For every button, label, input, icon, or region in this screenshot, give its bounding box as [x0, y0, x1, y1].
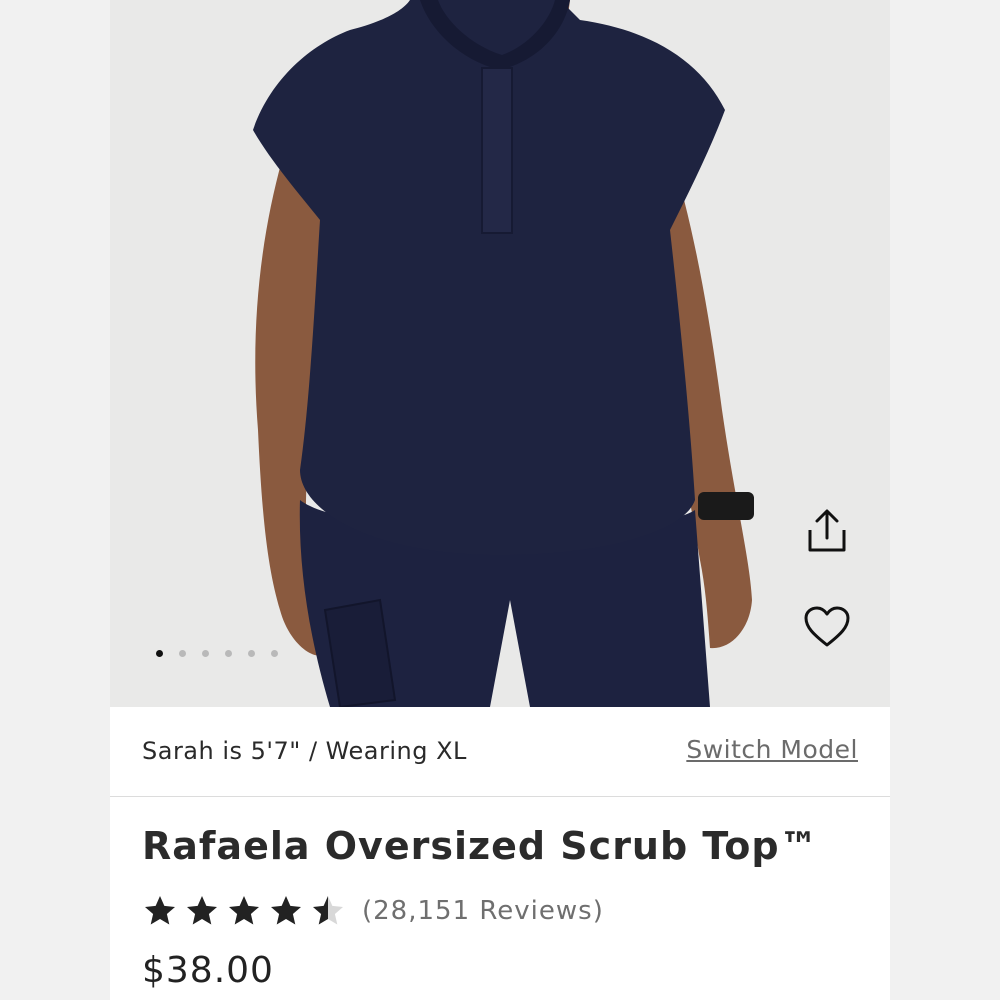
carousel-dot[interactable] [271, 650, 278, 657]
product-photo [253, 0, 754, 707]
product-title: Rafaela Oversized Scrub Top™ [142, 824, 819, 868]
product-page: Sarah is 5'7" / Wearing XL Switch Model … [110, 0, 890, 1000]
model-size-info: Sarah is 5'7" / Wearing XL [142, 737, 467, 765]
carousel-dot[interactable] [202, 650, 209, 657]
carousel-dot[interactable] [179, 650, 186, 657]
share-button[interactable] [799, 503, 855, 559]
carousel-pagination [156, 650, 278, 657]
star-icon [187, 896, 217, 925]
half-star-icon [313, 896, 343, 925]
heart-icon [804, 606, 850, 647]
switch-model-link[interactable]: Switch Model [686, 735, 858, 764]
carousel-dot[interactable] [225, 650, 232, 657]
share-icon [808, 509, 846, 552]
star-icon [271, 896, 301, 925]
star-rating [142, 893, 346, 929]
model-info-bar: Sarah is 5'7" / Wearing XL Switch Model [110, 707, 890, 797]
product-price: $38.00 [142, 950, 274, 991]
favorite-button[interactable] [799, 599, 855, 655]
star-icon [145, 896, 175, 925]
rating-row[interactable]: (28,151 Reviews) [142, 893, 604, 929]
star-icon [229, 896, 259, 925]
product-image-carousel[interactable] [110, 0, 890, 707]
carousel-dot[interactable] [156, 650, 163, 657]
review-count[interactable]: (28,151 Reviews) [362, 896, 604, 926]
carousel-dot[interactable] [248, 650, 255, 657]
